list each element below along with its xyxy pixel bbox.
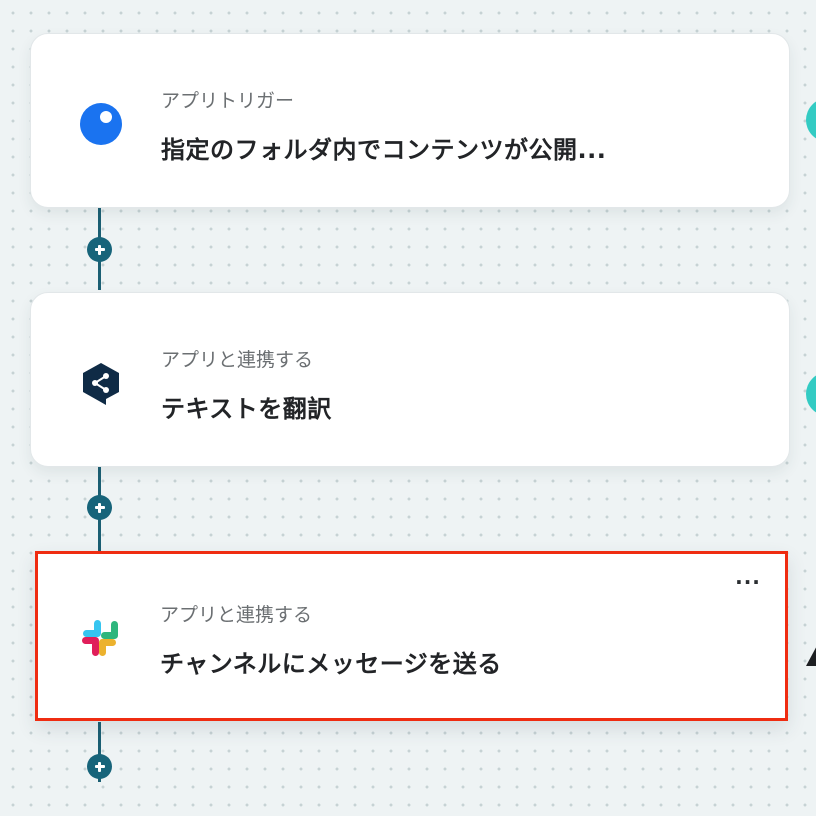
step-title: 指定のフォルダ内でコンテンツが公開... [161,136,607,164]
step-type-label: アプリと連携する [161,349,314,371]
deepl-icon [79,361,123,405]
workflow-step-card[interactable]: アプリと連携する テキストを翻訳 [30,292,790,467]
add-step-button[interactable] [87,754,112,779]
step-title: テキストを翻訳 [161,395,332,423]
add-step-button[interactable] [87,237,112,262]
blue-circle-app-icon [79,102,123,146]
workflow-step-card-selected[interactable]: ··· アプリと連携する チャンネルにメッセージを送る [35,551,788,721]
step-title: チャンネルにメッセージを送る [160,650,502,678]
slack-icon [78,616,122,660]
step-type-label: アプリトリガー [161,90,295,112]
workflow-step-card[interactable]: アプリトリガー 指定のフォルダ内でコンテンツが公開... [30,33,790,208]
warning-icon [806,640,816,666]
side-status-circle [806,372,816,416]
more-options-button[interactable]: ··· [733,572,763,596]
side-status-circle [806,98,816,142]
step-type-label: アプリと連携する [160,604,313,626]
add-step-button[interactable] [87,495,112,520]
